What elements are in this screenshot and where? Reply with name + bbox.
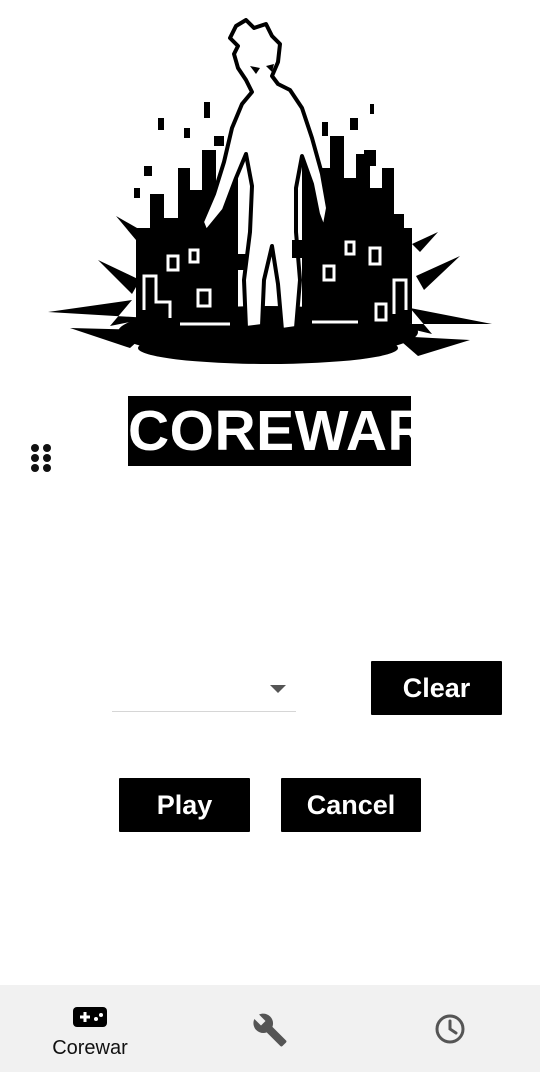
clear-button[interactable]: Clear	[371, 661, 502, 715]
drag-handle-icon[interactable]	[29, 443, 53, 477]
nav-item-tools[interactable]	[180, 985, 360, 1072]
corewar-hero-illustration-icon	[48, 18, 492, 364]
drag-dot	[43, 444, 51, 452]
drag-dot	[31, 464, 39, 472]
drag-dot	[43, 454, 51, 462]
chevron-down-icon	[270, 685, 286, 693]
clock-icon	[435, 1014, 465, 1044]
play-button[interactable]: Play	[119, 778, 250, 832]
bottom-navigation: Corewar	[0, 985, 540, 1072]
wrench-icon	[253, 1013, 287, 1047]
program-select-dropdown[interactable]	[112, 664, 296, 712]
drag-dot	[43, 464, 51, 472]
nav-label-corewar: Corewar	[52, 1037, 128, 1059]
drag-dot	[31, 444, 39, 452]
drag-dot	[31, 454, 39, 462]
app-title: COREWAR	[128, 396, 429, 466]
cancel-button[interactable]: Cancel	[281, 778, 421, 832]
nav-item-corewar[interactable]: Corewar	[0, 985, 180, 1072]
nav-item-history[interactable]	[360, 985, 540, 1072]
gamepad-icon	[73, 1007, 107, 1027]
hero-illustration	[40, 18, 500, 380]
corewar-screen: COREWAR Clear Play Cancel Corewar	[0, 0, 540, 1072]
